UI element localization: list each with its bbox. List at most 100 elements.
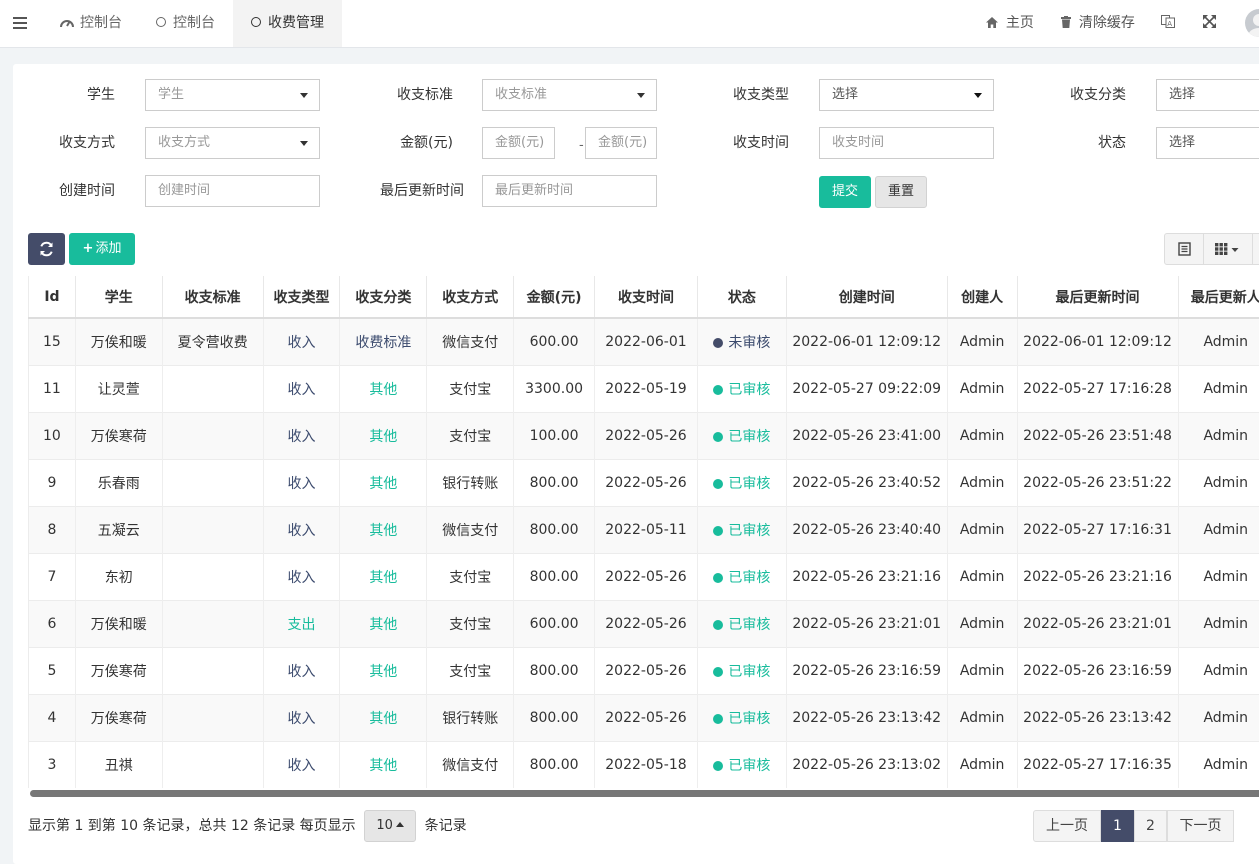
cell-creator-text: Admin — [960, 475, 1005, 491]
cell-updated-text: 2022-05-26 23:51:22 — [1023, 475, 1172, 491]
top-navbar: 控制台 控制台 收费管理 主页 清除缓存 A — [0, 0, 1259, 48]
type-badge[interactable]: 收入 — [287, 711, 315, 727]
menu-toggle-icon[interactable] — [13, 17, 27, 29]
category-badge[interactable]: 其他 — [369, 617, 397, 633]
cell-date: 2022-05-26 — [595, 553, 698, 600]
col-header-updated[interactable]: 最后更新时间 — [1017, 276, 1178, 318]
avatar[interactable] — [1245, 9, 1259, 37]
columns-dropdown-button[interactable] — [1203, 233, 1253, 265]
category-badge[interactable]: 其他 — [369, 429, 397, 445]
col-header-type[interactable]: 收支类型 — [263, 276, 340, 318]
horizontal-scrollbar[interactable] — [30, 790, 1259, 797]
category-badge[interactable]: 其他 — [369, 711, 397, 727]
cell-id-text: 11 — [43, 381, 61, 397]
col-header-student[interactable]: 学生 — [75, 276, 162, 318]
home-link[interactable]: 主页 — [986, 0, 1034, 47]
export-button[interactable] — [1252, 233, 1259, 265]
reset-button[interactable]: 重置 — [875, 176, 927, 208]
submit-button[interactable]: 提交 — [819, 176, 871, 208]
cell-method: 微信支付 — [427, 741, 514, 788]
col-header-standard[interactable]: 收支标准 — [162, 276, 263, 318]
cell-created-text: 2022-05-26 23:41:00 — [792, 428, 941, 444]
cell-updated: 2022-05-27 17:16:31 — [1017, 506, 1178, 553]
col-header-id[interactable]: Id — [29, 276, 76, 318]
created-input[interactable]: 创建时间 — [145, 175, 320, 207]
page-1-button[interactable]: 1 — [1101, 810, 1134, 842]
status-badge: 已审核 — [728, 758, 770, 774]
cell-date-text: 2022-06-01 — [605, 334, 686, 350]
table-body: 15万俟和暖夏令营收费收入收费标准微信支付600.002022-06-01未审核… — [29, 318, 1259, 788]
type-select[interactable]: 选择 — [819, 79, 994, 111]
category-badge[interactable]: 其他 — [369, 382, 397, 398]
fullscreen-button[interactable] — [1203, 0, 1216, 47]
toggle-view-button[interactable] — [1164, 233, 1204, 265]
student-select[interactable]: 学生 — [145, 79, 320, 111]
add-button[interactable]: +添加 — [69, 233, 135, 265]
refresh-button[interactable] — [28, 233, 65, 265]
type-badge[interactable]: 收入 — [287, 382, 315, 398]
type-badge[interactable]: 收入 — [287, 476, 315, 492]
cell-amount-text: 800.00 — [530, 710, 579, 726]
col-header-category[interactable]: 收支分类 — [340, 276, 427, 318]
type-badge[interactable]: 收入 — [287, 335, 315, 351]
category-select[interactable]: 选择 — [1156, 79, 1259, 111]
cell-student: 万俟和暖 — [75, 318, 162, 365]
cell-updater-text: Admin — [1203, 381, 1248, 397]
cell-standard — [162, 412, 263, 459]
cell-creator: Admin — [947, 553, 1017, 600]
amount-max-input[interactable]: 金额(元) — [585, 127, 657, 159]
next-page-button[interactable]: 下一页 — [1167, 810, 1234, 842]
amount-min-input[interactable]: 金额(元) — [482, 127, 555, 159]
fee-records-table: Id 学生 收支标准 收支类型 收支分类 收支方式 金额(元) 收支时间 状态 … — [28, 276, 1259, 788]
category-badge[interactable]: 其他 — [369, 570, 397, 586]
page-size-dropdown[interactable]: 10 — [364, 810, 416, 842]
type-badge[interactable]: 收入 — [287, 758, 315, 774]
cell-amount-text: 600.00 — [530, 334, 579, 350]
language-toggle[interactable]: A — [1161, 0, 1175, 47]
page-2-button[interactable]: 2 — [1134, 810, 1167, 842]
cell-student: 万俟寒荷 — [75, 694, 162, 741]
col-header-updater[interactable]: 最后更新人 — [1178, 276, 1259, 318]
cell-updated: 2022-05-26 23:51:22 — [1017, 459, 1178, 506]
method-select[interactable]: 收支方式 — [145, 127, 320, 159]
filter-time-label: 收支时间 — [679, 127, 789, 159]
type-badge[interactable]: 收入 — [287, 664, 315, 680]
tab-dashboard-2[interactable]: 控制台 — [138, 0, 233, 47]
tab-dashboard-1[interactable]: 控制台 — [42, 0, 140, 47]
category-badge[interactable]: 收费标准 — [355, 335, 411, 351]
cell-date: 2022-05-26 — [595, 694, 698, 741]
col-header-created[interactable]: 创建时间 — [786, 276, 947, 318]
cell-standard — [162, 553, 263, 600]
category-badge[interactable]: 其他 — [369, 523, 397, 539]
col-header-status[interactable]: 状态 — [697, 276, 786, 318]
cell-id-text: 10 — [43, 428, 61, 444]
type-badge[interactable]: 收入 — [287, 570, 315, 586]
filter-amount-label: 金额(元) — [343, 127, 453, 159]
cell-standard — [162, 365, 263, 412]
col-header-amount[interactable]: 金额(元) — [514, 276, 595, 318]
updated-input[interactable]: 最后更新时间 — [482, 175, 657, 207]
category-badge[interactable]: 其他 — [369, 476, 397, 492]
col-header-date[interactable]: 收支时间 — [595, 276, 698, 318]
type-badge[interactable]: 支出 — [287, 617, 315, 633]
cell-updater: Admin — [1178, 318, 1259, 365]
cell-created-text: 2022-05-26 23:21:01 — [792, 616, 941, 632]
category-badge[interactable]: 其他 — [369, 664, 397, 680]
type-badge[interactable]: 收入 — [287, 523, 315, 539]
cell-amount-text: 3300.00 — [525, 381, 583, 397]
col-header-method[interactable]: 收支方式 — [427, 276, 514, 318]
status-select[interactable]: 选择 — [1156, 127, 1259, 159]
time-input[interactable]: 收支时间 — [819, 127, 994, 159]
cell-amount: 800.00 — [514, 459, 595, 506]
category-badge[interactable]: 其他 — [369, 758, 397, 774]
clear-cache-link[interactable]: 清除缓存 — [1061, 0, 1135, 47]
standard-select[interactable]: 收支标准 — [482, 79, 657, 111]
tab-fee-management[interactable]: 收费管理 — [233, 0, 342, 47]
cell-type: 收入 — [263, 412, 340, 459]
prev-page-button[interactable]: 上一页 — [1033, 810, 1101, 842]
caret-down-icon — [974, 93, 982, 98]
col-header-creator[interactable]: 创建人 — [947, 276, 1017, 318]
type-badge[interactable]: 收入 — [287, 429, 315, 445]
cell-updated: 2022-06-01 12:09:12 — [1017, 318, 1178, 365]
cell-amount: 800.00 — [514, 741, 595, 788]
